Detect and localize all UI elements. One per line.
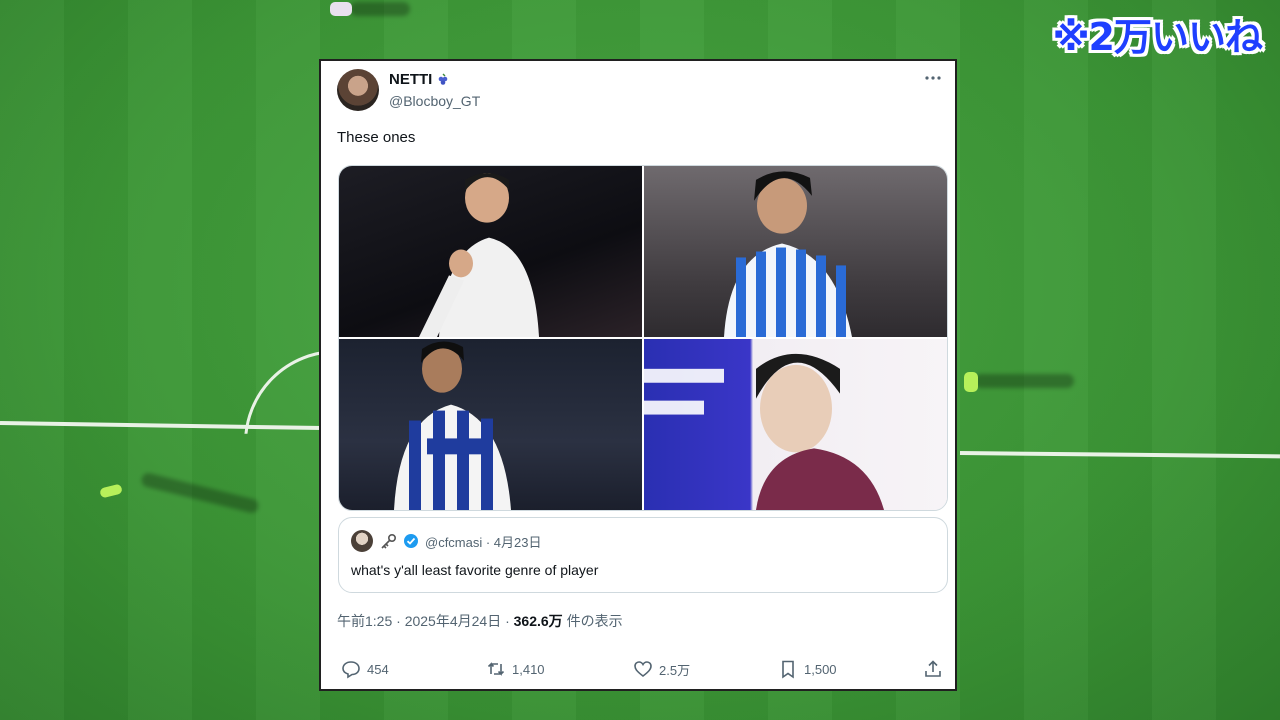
tweet-timestamp[interactable]: 午前1:25 · 2025年4月24日 · bbox=[337, 613, 514, 629]
tweet-text: These ones bbox=[337, 129, 416, 146]
like-button[interactable]: 2.5万 bbox=[633, 659, 690, 679]
tweet-card: NETTI @Blocboy_GT These ones @cfcmasi · … bbox=[319, 59, 957, 691]
bookmark-button[interactable]: 1,500 bbox=[778, 659, 837, 679]
view-count: 362.6万 bbox=[513, 613, 563, 629]
reply-count: 454 bbox=[367, 661, 389, 677]
player-photo-1[interactable] bbox=[339, 166, 642, 337]
player-photo-4[interactable] bbox=[644, 339, 947, 510]
grapes-emoji-icon bbox=[439, 73, 448, 85]
quoted-tweet-text: what's y'all least favorite genre of pla… bbox=[351, 562, 599, 578]
key-emoji-icon bbox=[381, 533, 397, 549]
avatar[interactable] bbox=[337, 69, 379, 111]
quoted-avatar[interactable] bbox=[351, 530, 373, 552]
share-button[interactable] bbox=[923, 659, 943, 679]
like-count-badge: ※2万いいね bbox=[1052, 15, 1263, 59]
bookmark-icon bbox=[782, 660, 794, 679]
pitch-line-right bbox=[959, 451, 1280, 459]
tweet-meta: 午前1:25 · 2025年4月24日 · 362.6万 件の表示 bbox=[337, 611, 623, 631]
tweet-header: NETTI @Blocboy_GT bbox=[337, 69, 943, 115]
more-options-icon[interactable] bbox=[923, 71, 943, 85]
author-name[interactable]: NETTI bbox=[389, 71, 432, 88]
share-icon bbox=[925, 660, 941, 677]
bookmark-count: 1,500 bbox=[804, 661, 837, 677]
player-photo-2[interactable] bbox=[644, 166, 947, 337]
media-grid bbox=[338, 165, 948, 511]
quoted-handle-date[interactable]: @cfcmasi · 4月23日 bbox=[425, 532, 542, 551]
retweet-icon bbox=[487, 662, 505, 676]
heart-icon bbox=[634, 661, 652, 678]
player-photo-3[interactable] bbox=[339, 339, 642, 510]
view-count-label: 件の表示 bbox=[562, 613, 623, 629]
reply-icon bbox=[342, 661, 360, 679]
retweet-count: 1,410 bbox=[512, 661, 545, 677]
quoted-tweet[interactable]: @cfcmasi · 4月23日 what's y'all least favo… bbox=[338, 517, 948, 593]
quoted-tweet-header: @cfcmasi · 4月23日 bbox=[351, 530, 542, 552]
author-name-row: NETTI bbox=[389, 71, 450, 88]
verified-badge-icon bbox=[404, 534, 418, 548]
reply-button[interactable]: 454 bbox=[341, 659, 389, 679]
like-count: 2.5万 bbox=[659, 662, 691, 678]
author-handle[interactable]: @Blocboy_GT bbox=[389, 93, 480, 109]
retweet-button[interactable]: 1,410 bbox=[486, 659, 545, 679]
tweet-actions: 454 1,410 2.5万 1,500 bbox=[341, 659, 945, 683]
